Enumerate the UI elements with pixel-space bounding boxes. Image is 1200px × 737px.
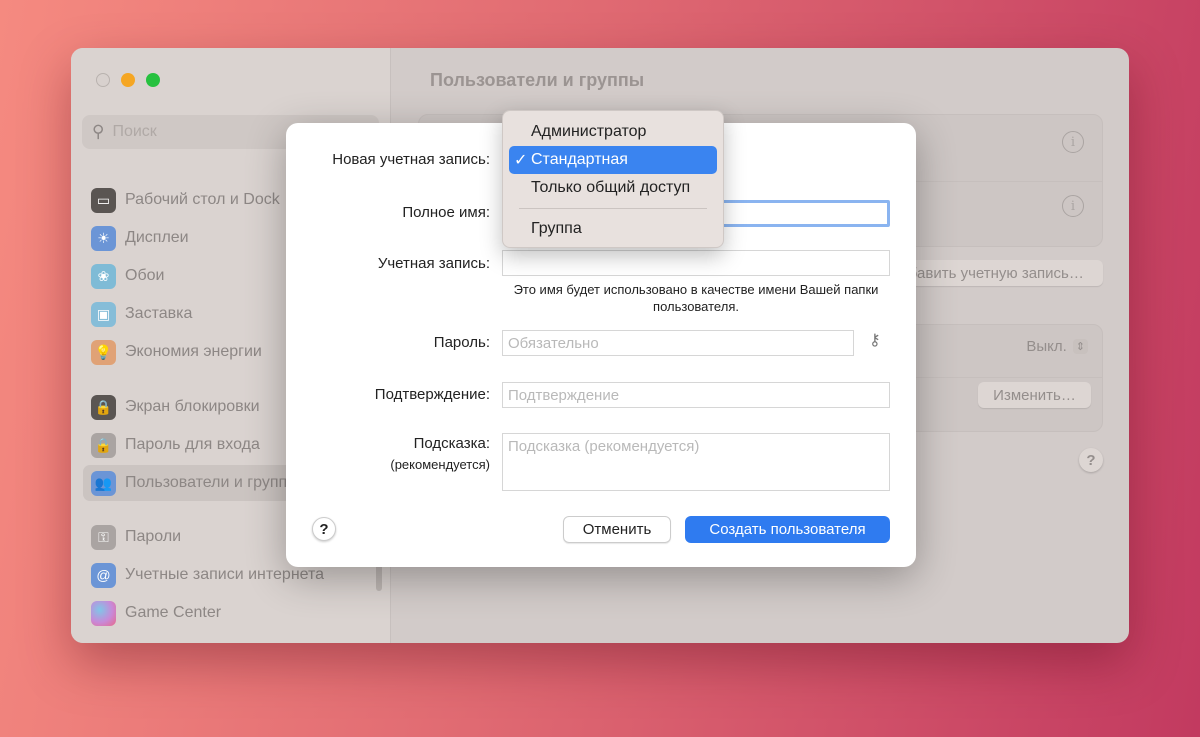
at-icon: @ (91, 562, 116, 588)
sidebar-item-label: Game Center (125, 604, 222, 621)
page-title: Пользователи и группы (430, 70, 645, 90)
sidebar-item-game-center[interactable]: Game Center (83, 595, 383, 631)
create-user-button[interactable]: Создать пользователя (685, 516, 890, 543)
account-type-menu: Администратор ✓ Стандартная Только общий … (502, 110, 724, 248)
sidebar-item-label: Пароли (125, 528, 182, 545)
password-assistant-key-icon[interactable]: ⚷ (869, 330, 881, 350)
confirm-label: Подтверждение: (374, 386, 490, 403)
sidebar-item-label: Пользователи и группы (125, 474, 299, 491)
sidebar-item-label: Рабочий стол и Dock (125, 191, 280, 208)
full-name-label: Полное имя: (402, 204, 490, 221)
desktop-dock-icon: ▭ (91, 187, 116, 213)
cancel-button[interactable]: Отменить (563, 516, 671, 543)
menu-item-group[interactable]: Группа (509, 215, 717, 243)
help-button[interactable]: ? (312, 517, 336, 541)
sidebar-item-label: Учетные записи интернета (125, 566, 325, 583)
sidebar-item-label: Пароль для входа (125, 436, 260, 453)
zoom-button[interactable] (146, 73, 160, 87)
auto-login-value: Выкл. (1026, 338, 1067, 355)
search-icon: ⚲ (92, 122, 105, 141)
screensaver-icon: ▣ (91, 301, 116, 327)
checkmark-icon: ✓ (514, 152, 528, 169)
display-sun-icon: ☀ (91, 225, 116, 251)
game-center-icon (91, 600, 116, 626)
menu-separator (519, 208, 707, 209)
new-account-label: Новая учетная запись: (332, 151, 490, 168)
sidebar-item-label: Экономия энергии (125, 343, 262, 360)
traffic-lights (96, 73, 160, 87)
account-name-label: Учетная запись: (377, 255, 490, 272)
menu-item-standard[interactable]: ✓ Стандартная (509, 146, 717, 174)
wallpaper-flower-icon: ❀ (91, 263, 116, 289)
sidebar-item-label: Дисплеи (125, 229, 189, 246)
sidebar-scrollbar[interactable] (376, 563, 382, 591)
hint-field[interactable]: Подсказка (рекомендуется) (502, 433, 890, 491)
close-button[interactable] (96, 73, 110, 87)
account-name-field[interactable] (502, 250, 890, 276)
hint-label: Подсказка: (413, 435, 490, 452)
password-field[interactable]: Обязательно (502, 330, 854, 356)
menu-item-label: Группа (531, 220, 582, 237)
chevron-updown-icon: ⇕ (1072, 339, 1088, 354)
search-placeholder: Поиск (112, 123, 157, 140)
lock-screen-icon: 🔒 (91, 394, 116, 420)
sidebar-item-label: Обои (125, 267, 165, 284)
auto-login-select[interactable]: Выкл. ⇕ (1026, 338, 1088, 355)
menu-item-sharing-only[interactable]: Только общий доступ (509, 174, 717, 202)
confirm-field[interactable]: Подтверждение (502, 382, 890, 408)
users-icon: 👥 (91, 470, 116, 496)
menu-item-label: Администратор (531, 123, 647, 140)
menu-item-label: Стандартная (531, 151, 628, 168)
account-name-note: Это имя будет использовано в качестве им… (513, 282, 879, 314)
sidebar-item-label: Заставка (125, 305, 193, 322)
help-button[interactable]: ? (1079, 448, 1103, 472)
change-button[interactable]: Изменить… (978, 382, 1091, 408)
lock-icon: 🔒 (91, 432, 116, 458)
info-icon[interactable]: i (1062, 195, 1084, 217)
password-label: Пароль: (433, 334, 490, 351)
menu-item-label: Только общий доступ (531, 179, 691, 196)
key-icon: ⚿ (91, 524, 116, 550)
sidebar-item-label: Экран блокировки (125, 398, 260, 415)
lightbulb-icon: 💡 (91, 339, 116, 365)
info-icon[interactable]: i (1062, 131, 1084, 153)
hint-sublabel: (рекомендуется) (390, 457, 490, 472)
minimize-button[interactable] (121, 73, 135, 87)
menu-item-administrator[interactable]: Администратор (509, 118, 717, 146)
